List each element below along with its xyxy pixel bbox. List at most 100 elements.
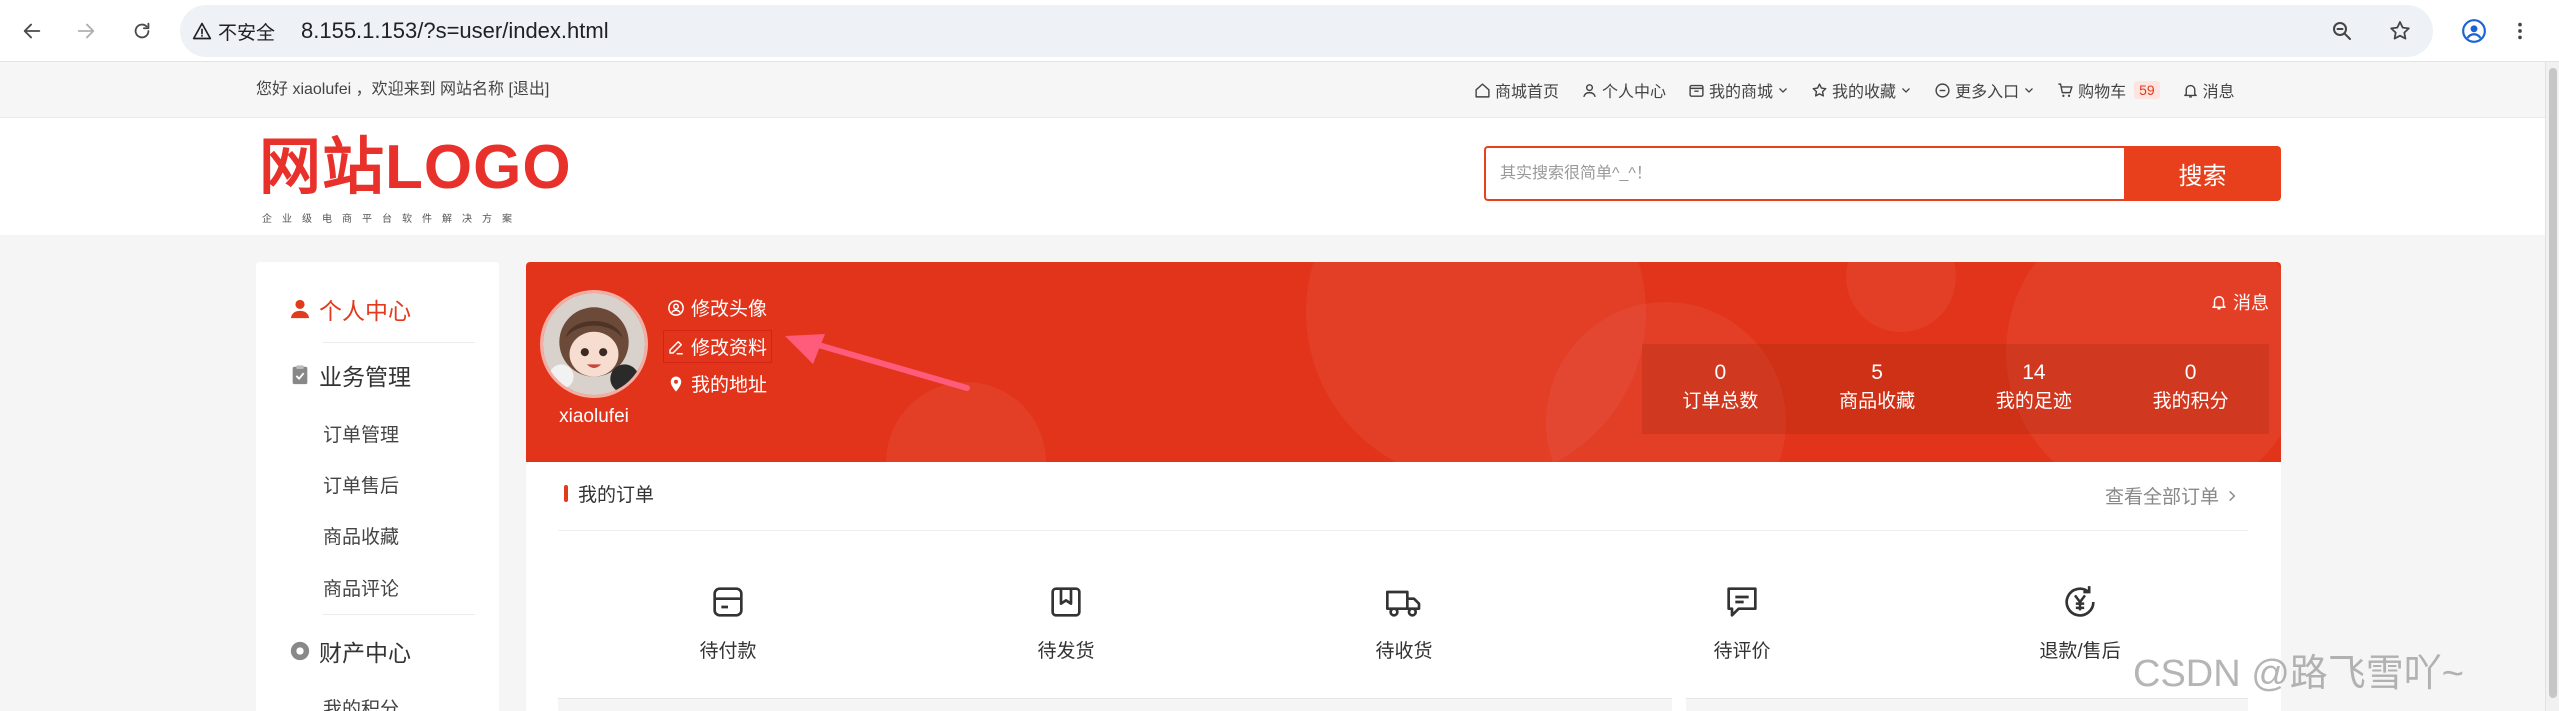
profile-stats: 0 订单总数 5 商品收藏 14 我的足迹 0 我的积分 — [1642, 344, 2269, 434]
topnav-messages[interactable]: 消息 — [2182, 78, 2235, 102]
topnav-favorites[interactable]: 我的收藏 — [1811, 78, 1912, 102]
banner-message-link[interactable]: 消息 — [2210, 289, 2269, 315]
topnav-home[interactable]: 商城首页 — [1474, 78, 1559, 102]
sidebar-item-order-management[interactable]: 订单管理 — [323, 420, 399, 447]
sidebar-section-business[interactable]: 业务管理 — [289, 358, 411, 392]
store-icon — [1689, 84, 1704, 97]
site-slogan: 企业级电商平台软件解决方案 — [262, 214, 522, 225]
avatar-image — [543, 293, 645, 395]
annotation-arrow — [785, 334, 970, 391]
top-navigation: 商城首页 个人中心 我的商城 我的收藏 更多入口 购物车 59 消息 — [1474, 62, 2235, 118]
sidebar-item-points[interactable]: 我的积分 — [323, 694, 399, 711]
edit-profile-link[interactable]: 修改资料 — [663, 330, 773, 363]
back-button[interactable] — [12, 11, 52, 51]
forward-button[interactable] — [66, 11, 106, 51]
user-icon — [1583, 83, 1596, 97]
topnav-my-store[interactable]: 我的商城 — [1688, 78, 1789, 102]
security-indicator[interactable]: 不安全 — [192, 15, 275, 47]
chevron-right-icon — [2229, 490, 2236, 501]
sidebar-section-personal-center[interactable]: 个人中心 — [289, 292, 411, 326]
view-all-orders-link[interactable]: 查看全部订单 — [2105, 482, 2239, 509]
order-status-refund[interactable]: 退款/售后 — [2010, 582, 2150, 663]
comment-icon — [1727, 587, 1757, 617]
user-sidebar: 个人中心 业务管理 订单管理 订单售后 商品收藏 商品评论 财产中心 我的积分 — [256, 262, 499, 711]
edit-avatar-link[interactable]: 修改头像 — [667, 294, 767, 321]
sidebar-divider — [323, 614, 475, 615]
page-scrollbar[interactable] — [2545, 62, 2559, 711]
banner-decoration — [886, 382, 1046, 462]
topnav-cart[interactable]: 购物车 59 — [2057, 78, 2160, 102]
order-status-pending-payment[interactable]: 待付款 — [658, 582, 798, 663]
package-icon — [1051, 587, 1081, 617]
content-card-edge — [558, 698, 1672, 711]
chevron-down-icon — [2025, 88, 2034, 93]
topnav-user-center[interactable]: 个人中心 — [1581, 78, 1666, 102]
site-header: 网站LOGO 企业级电商平台软件解决方案 搜索 — [0, 118, 2545, 235]
orders-divider — [558, 530, 2248, 531]
cart-count-badge: 59 — [2134, 81, 2160, 99]
site-logo[interactable]: 网站LOGO — [259, 132, 572, 204]
content-card-edge — [1686, 698, 2248, 711]
stat-points[interactable]: 0 我的积分 — [2112, 344, 2269, 434]
warning-icon — [192, 22, 212, 40]
menu-button[interactable] — [2500, 11, 2540, 51]
star-icon — [1812, 82, 1827, 97]
chevron-down-icon — [1902, 88, 1911, 93]
title-accent-bar — [564, 485, 568, 502]
star-icon — [2390, 21, 2410, 40]
sidebar-item-favorites[interactable]: 商品收藏 — [323, 522, 399, 549]
truck-icon — [1386, 590, 1421, 617]
edit-icon — [669, 340, 683, 354]
banner-decoration — [1846, 262, 1956, 332]
zoom-icon — [2333, 22, 2351, 40]
profile-banner: xiaolufei 修改头像 修改资料 我的地址 消息 0 订单总数 5 商品收… — [526, 262, 2281, 462]
my-orders-panel: 我的订单 查看全部订单 待付款 待发货 待收货 待评价 退款/售后 — [526, 462, 2281, 711]
sidebar-section-assets[interactable]: 财产中心 — [289, 634, 411, 668]
location-icon — [670, 376, 682, 391]
topnav-more[interactable]: 更多入口 — [1934, 78, 2035, 102]
sidebar-divider — [323, 342, 475, 343]
stat-favorites[interactable]: 5 商品收藏 — [1799, 344, 1956, 434]
address-bar[interactable]: 不安全 8.155.1.153/?s=user/index.html — [180, 5, 2433, 57]
username: xiaolufei — [559, 406, 629, 427]
avatar[interactable] — [540, 290, 648, 398]
order-status-pending-shipment[interactable]: 待发货 — [996, 582, 1136, 663]
stat-footprints[interactable]: 14 我的足迹 — [1956, 344, 2113, 434]
zoom-button[interactable] — [2330, 19, 2354, 43]
account-icon — [2462, 19, 2486, 43]
more-icon — [1935, 82, 1950, 98]
sidebar-item-reviews[interactable]: 商品评论 — [323, 574, 399, 601]
my-address-link[interactable]: 我的地址 — [667, 370, 767, 397]
profile-button[interactable] — [2454, 11, 2494, 51]
search-box: 搜索 — [1484, 146, 2281, 201]
order-status-pending-receipt[interactable]: 待收货 — [1334, 582, 1474, 663]
arrow-left-icon — [23, 23, 41, 39]
home-icon — [1475, 82, 1490, 98]
orders-title: 我的订单 — [564, 480, 654, 507]
sidebar-item-after-sales[interactable]: 订单售后 — [323, 471, 399, 498]
chevron-down-icon — [1779, 88, 1787, 93]
security-label: 不安全 — [218, 22, 276, 44]
reload-icon — [134, 22, 150, 39]
refund-icon — [2065, 586, 2095, 617]
search-input[interactable] — [1484, 146, 2124, 201]
welcome-text: 您好 xiaolufei ，欢迎来到 网站名称 [退出] — [256, 81, 550, 98]
person-icon — [290, 299, 310, 319]
browser-toolbar: 不安全 8.155.1.153/?s=user/index.html — [0, 0, 2559, 62]
search-button[interactable]: 搜索 — [2124, 146, 2281, 201]
url-text[interactable]: 8.155.1.153/?s=user/index.html — [301, 5, 609, 57]
cart-icon — [2058, 82, 2073, 97]
avatar-edit-icon — [668, 299, 684, 316]
bell-icon — [2183, 84, 2197, 98]
clipboard-icon — [292, 365, 308, 385]
order-status-pending-review[interactable]: 待评价 — [1672, 582, 1812, 663]
scrollbar-thumb[interactable] — [2549, 68, 2557, 698]
stat-total-orders[interactable]: 0 订单总数 — [1642, 344, 1799, 434]
site-topbar: 您好 xiaolufei ，欢迎来到 网站名称 [退出] 商城首页 个人中心 我… — [0, 62, 2545, 118]
arrow-right-icon — [77, 23, 95, 39]
watermark-text: CSDN @路飞雪吖~ — [2133, 653, 2464, 695]
coin-icon — [290, 641, 310, 661]
bell-icon — [2212, 296, 2226, 310]
bookmark-button[interactable] — [2388, 19, 2412, 43]
reload-button[interactable] — [122, 11, 162, 51]
